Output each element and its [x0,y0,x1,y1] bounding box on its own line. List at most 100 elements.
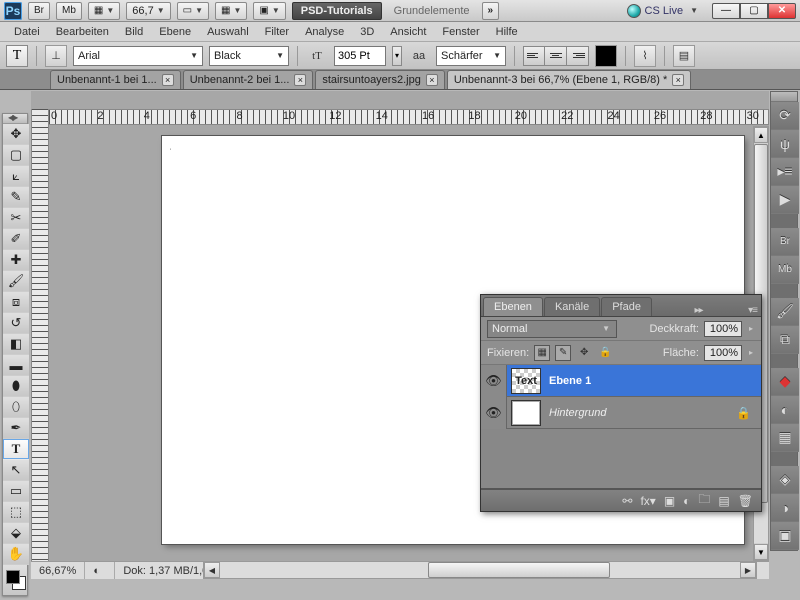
panel-menu[interactable]: ▾≡ [748,305,757,316]
history-brush-tool[interactable]: ↺ [3,313,29,334]
window-maximize[interactable]: ▢ [740,3,768,19]
scrollbar-thumb[interactable] [428,562,610,578]
workspace-label-primary[interactable]: PSD-Tutorials [292,2,382,20]
screen-mode-button[interactable]: ▣▼ [253,2,285,20]
layer-name[interactable]: Hintergrund [545,407,736,419]
dock-play-icon[interactable]: ▶ [771,186,799,214]
dock-layers-icon[interactable]: ◈ [771,466,799,494]
eyedropper-tool[interactable]: ✐ [3,229,29,250]
adjustment-icon[interactable]: ◐ [683,494,690,508]
align-right[interactable] [567,46,589,66]
panel-collapse[interactable]: ▸▸ [695,305,703,316]
stamp-tool[interactable]: ⧈ [3,292,29,313]
font-weight-dropdown[interactable]: Black▼ [209,46,289,66]
group-icon[interactable]: 🗀 [698,490,710,511]
layer-thumbnail[interactable] [511,400,541,426]
new-layer-icon[interactable]: ▤ [718,494,729,508]
type-tool[interactable]: T [3,439,29,460]
blur-tool[interactable]: ⬮ [3,376,29,397]
menu-analyse[interactable]: Analyse [297,24,352,40]
dock-mb-icon[interactable]: Mb [771,256,799,284]
close-icon[interactable]: × [672,74,684,86]
dock-color-icon[interactable]: ◐ [771,396,799,424]
dock-adjust-icon[interactable]: ◑ [771,494,799,522]
window-close[interactable]: ✕ [768,3,796,19]
dock-history-icon[interactable]: ⟳ [771,102,799,130]
opacity-field[interactable]: 100% [704,321,742,337]
text-color-swatch[interactable] [595,45,617,67]
close-icon[interactable]: × [162,74,174,86]
fill-arrow[interactable]: ▸ [747,348,755,357]
scroll-up-arrow[interactable]: ▲ [754,127,768,143]
fill-field[interactable]: 100% [704,345,742,361]
text-orientation-button[interactable]: ⊥ [45,45,67,67]
layer-row-2[interactable]: 👁 Hintergrund 🔒 [481,397,761,429]
dock-brush-icon[interactable]: 🖌 [771,298,799,326]
workspace-label-secondary[interactable]: Grundelemente [388,5,476,17]
visibility-icon[interactable]: 👁 [481,365,507,397]
menu-fenster[interactable]: Fenster [434,24,487,40]
healing-tool[interactable]: ✚ [3,250,29,271]
window-minimize[interactable]: — [712,3,740,19]
menu-ebene[interactable]: Ebene [151,24,199,40]
dock-br-icon[interactable]: Br [771,228,799,256]
tool-indicator[interactable]: T [6,45,28,67]
antialias-dropdown[interactable]: Schärfer▼ [436,46,506,66]
marquee-tool[interactable]: ▢ [3,145,29,166]
dock-nav-icon[interactable]: ◆ [771,368,799,396]
layer-thumbnail[interactable]: Text [511,368,541,394]
layer-row-1[interactable]: 👁 Text Ebene 1 [481,365,761,397]
close-icon[interactable]: × [294,74,306,86]
path-select-tool[interactable]: ↖ [3,460,29,481]
doc-tab-2[interactable]: Unbenannt-2 bei 1...× [183,70,314,89]
character-panel-button[interactable]: ▤ [673,45,695,67]
crop-tool[interactable]: ✂ [3,208,29,229]
panel-tab-ebenen[interactable]: Ebenen [483,297,543,316]
cslive-button[interactable]: CS Live▼ [627,4,698,18]
lasso-tool[interactable]: ⟀ [3,166,29,187]
ruler-vertical[interactable] [31,109,49,579]
panel-tab-pfade[interactable]: Pfade [601,297,652,316]
canvas-text-layer[interactable]: Text [170,148,171,159]
hand-tool[interactable]: ✋ [3,544,29,565]
doc-tab-4[interactable]: Unbenannt-3 bei 66,7% (Ebene 1, RGB/8) *… [447,70,691,89]
close-icon[interactable]: × [426,74,438,86]
quickselect-tool[interactable]: ✎ [3,187,29,208]
workspace-more[interactable]: » [482,2,500,20]
zoom-level-field[interactable]: 66,7▼ [126,2,170,20]
brush-tool[interactable]: 🖌 [3,271,29,292]
dock-mask-icon[interactable]: ▣ [771,522,799,550]
foreground-swatch[interactable] [6,570,20,584]
horizontal-scrollbar[interactable]: ◀ ▶ [203,561,757,579]
move-tool[interactable]: ✥ [3,124,29,145]
dock-device-icon[interactable]: ψ [771,130,799,158]
font-family-dropdown[interactable]: Arial▼ [73,46,203,66]
dock-clone-icon[interactable]: ⧉ [771,326,799,354]
status-zoom[interactable]: 66,67% [31,562,85,579]
lock-pixels[interactable]: ✎ [555,345,571,361]
status-icon[interactable]: ◐ [85,562,115,579]
menu-hilfe[interactable]: Hilfe [488,24,526,40]
visibility-icon[interactable]: 👁 [481,397,507,429]
blendmode-dropdown[interactable]: Normal▼ [487,320,617,338]
color-swatches[interactable] [3,565,27,595]
doc-tab-1[interactable]: Unbenannt-1 bei 1...× [50,70,181,89]
menu-3d[interactable]: 3D [352,24,382,40]
shape-tool[interactable]: ▭ [3,481,29,502]
lock-transparency[interactable]: ▦ [534,345,550,361]
fx-icon[interactable]: fx▾ [640,494,655,508]
link-layers-icon[interactable]: ⚯ [622,494,632,508]
delete-layer-icon[interactable]: 🗑 [738,494,753,508]
dock-actions-icon[interactable]: ▸≡ [771,158,799,186]
align-center[interactable] [545,46,567,66]
gradient-tool[interactable]: ▬ [3,355,29,376]
tb-icon-1[interactable]: ▭▼ [177,2,209,20]
scroll-left-arrow[interactable]: ◀ [204,562,220,578]
mask-icon[interactable]: ▣ [664,494,675,508]
tools-header[interactable] [3,114,27,124]
lock-all[interactable]: 🔒 [597,345,613,361]
doc-tab-3[interactable]: stairsuntoayers2.jpg× [315,70,444,89]
dodge-tool[interactable]: ⬯ [3,397,29,418]
arrange-docs-button[interactable]: ▦▼ [215,2,247,20]
font-size-field[interactable]: 305 Pt [334,46,386,66]
